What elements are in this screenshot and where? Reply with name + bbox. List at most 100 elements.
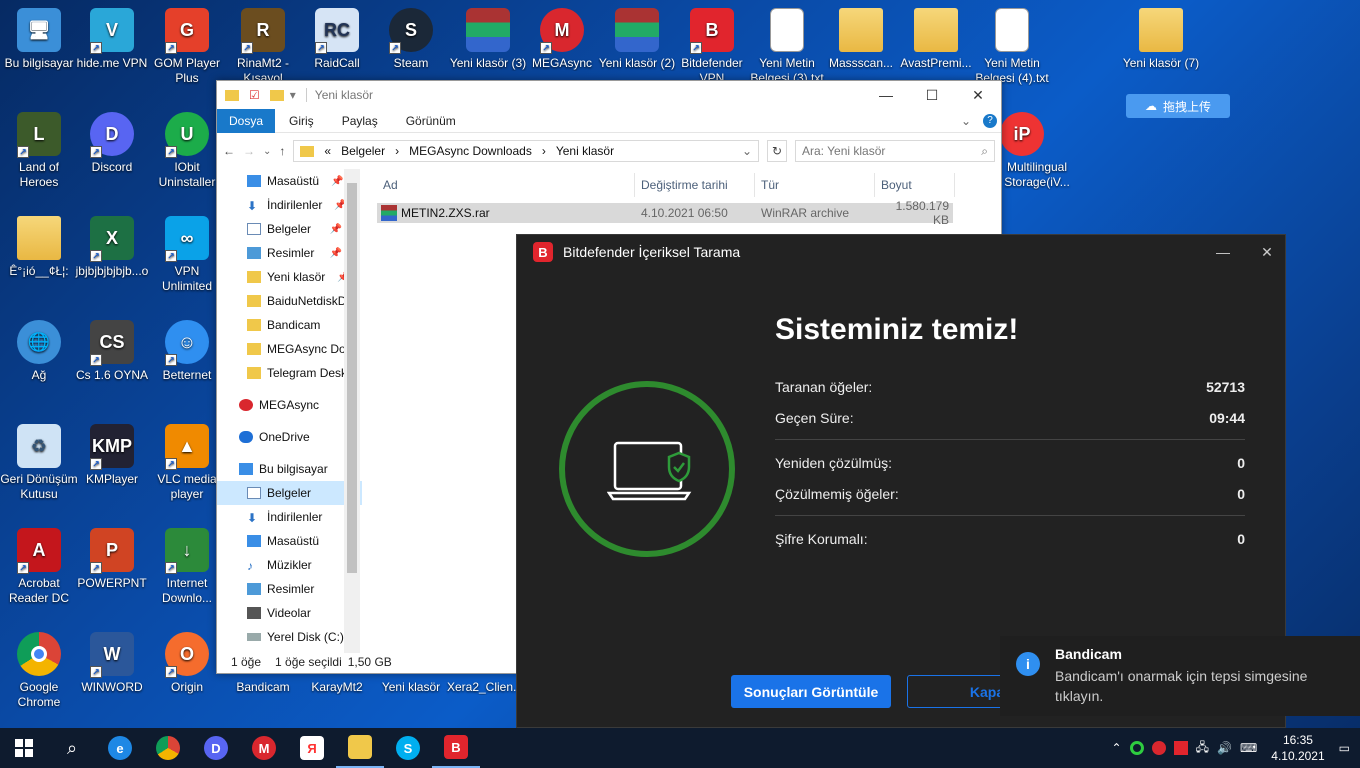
- desktop-icon-yeni-klasor-2[interactable]: Yeni klasör (2): [598, 2, 676, 71]
- desktop-icon-folder-garbled[interactable]: Ê°¡ió__¢Ł¦:: [0, 210, 78, 279]
- desktop-icon-cs16[interactable]: CS ↗ Cs 1.6 OYNA: [73, 314, 151, 383]
- language-icon[interactable]: ⌨: [1240, 741, 1257, 755]
- quick-access-properties-icon[interactable]: ☑: [249, 88, 260, 102]
- nav-scrollbar[interactable]: [344, 169, 360, 653]
- tab-home[interactable]: Giriş: [275, 109, 328, 133]
- expand-ribbon-icon[interactable]: ⌄: [961, 114, 971, 128]
- desktop-icon-text-4[interactable]: Yeni Metin Belgesi (4).txt: [973, 2, 1051, 86]
- nav-item-megasync-downloads[interactable]: MEGAsync Do: [217, 337, 362, 361]
- nav-item-pictures-pc[interactable]: Resimler: [217, 577, 362, 601]
- taskbar-discord[interactable]: D: [192, 728, 240, 768]
- desktop-icon-rinamt2[interactable]: R ↗ RinaMt2 - Kısayol: [224, 2, 302, 86]
- desktop-icon-yeni-klasor-3[interactable]: Yeni klasör (3): [449, 2, 527, 71]
- desktop-icon-acrobat[interactable]: A ↗ Acrobat Reader DC: [0, 522, 78, 606]
- desktop-icon-text-3[interactable]: Yeni Metin Belgesi (3).txt: [748, 2, 826, 86]
- desktop-icon-word[interactable]: W ↗ WINWORD: [73, 626, 151, 695]
- column-name[interactable]: Ad: [377, 173, 635, 197]
- desktop-icon-recycle-bin[interactable]: ♻ Geri Dönüşüm Kutusu: [0, 418, 78, 502]
- desktop-icon-chrome[interactable]: Google Chrome: [0, 626, 78, 710]
- file-row[interactable]: METIN2.ZXS.rar 4.10.2021 06:50 WinRAR ar…: [377, 199, 953, 227]
- desktop-icon-vlc[interactable]: ▲ ↗ VLC media player: [148, 418, 226, 502]
- taskbar-chrome[interactable]: [144, 728, 192, 768]
- desktop-icon-betternet[interactable]: ☺ ↗ Betternet: [148, 314, 226, 383]
- minimize-button[interactable]: —: [863, 87, 909, 103]
- desktop-icon-bitdefender-vpn[interactable]: B ↗ Bitdefender VPN: [673, 2, 751, 86]
- green-status-icon[interactable]: [1129, 741, 1144, 755]
- customize-toolbar-icon[interactable]: ▾: [290, 88, 296, 102]
- desktop-icon-megasync[interactable]: M ↗ MEGAsync: [523, 2, 601, 71]
- nav-item-desktop-pc[interactable]: Masaüstü: [217, 529, 362, 553]
- up-button[interactable]: ↑: [279, 144, 285, 158]
- close-button[interactable]: ✕: [1249, 244, 1285, 261]
- taskbar-skype[interactable]: S: [384, 728, 432, 768]
- column-size[interactable]: Boyut: [875, 173, 955, 197]
- nav-item-downloads[interactable]: ⬇ İndirilenler 📌: [217, 193, 362, 217]
- nav-item-bandicam[interactable]: Bandicam: [217, 313, 362, 337]
- desktop-icon-gom[interactable]: G ↗ GOM Player Plus: [148, 2, 226, 86]
- address-dropdown-icon[interactable]: ⌄: [742, 144, 752, 158]
- address-bar[interactable]: « Belgeler › MEGAsync Downloads › Yeni kla…: [293, 140, 759, 162]
- desktop-icon-steam[interactable]: S ↗ Steam: [372, 2, 450, 71]
- nav-item-baidu[interactable]: BaiduNetdiskD: [217, 289, 362, 313]
- nav-item-local-disk[interactable]: Yerel Disk (C:): [217, 625, 362, 649]
- baidu-upload-button[interactable]: ☁ 拖拽上传: [1126, 94, 1230, 118]
- breadcrumb-item[interactable]: Belgeler: [341, 144, 385, 158]
- nav-item-downloads-pc[interactable]: ⬇ İndirilenler: [217, 505, 362, 529]
- scrollbar-thumb[interactable]: [347, 183, 357, 573]
- desktop-icon-hideme[interactable]: V ↗ hide.me VPN: [73, 2, 151, 71]
- nav-item-videos[interactable]: Videolar: [217, 601, 362, 625]
- search-button[interactable]: ⌕: [48, 728, 96, 768]
- desktop-icon-avast[interactable]: AvastPremi...: [897, 2, 975, 71]
- nav-item-yeni-klasor[interactable]: Yeni klasör📌: [217, 265, 362, 289]
- nav-item-megasync[interactable]: MEGAsync: [217, 393, 362, 417]
- search-input[interactable]: Ara: Yeni klasör ⌕: [795, 140, 995, 162]
- desktop-icon-discord[interactable]: D ↗ Discord: [73, 106, 151, 175]
- taskbar-explorer[interactable]: [336, 728, 384, 768]
- desktop-icon-this-pc[interactable]: 🖥 Bu bilgisayar: [0, 2, 78, 71]
- show-hidden-icons-button[interactable]: ⌃: [1112, 741, 1122, 755]
- desktop-icon-powerpoint[interactable]: P ↗ POWERPNT: [73, 522, 151, 591]
- help-icon[interactable]: ?: [983, 113, 997, 128]
- desktop-icon-yeni-klasor-7[interactable]: Yeni klasör (7): [1122, 2, 1200, 71]
- desktop-icon-idm[interactable]: ↓ ↗ Internet Downlo...: [148, 522, 226, 606]
- back-button[interactable]: ←: [223, 144, 235, 158]
- desktop-icon-land-of-heroes[interactable]: L ↗ Land of Heroes: [0, 106, 78, 190]
- nav-item-telegram[interactable]: Telegram Desk: [217, 361, 362, 385]
- tab-share[interactable]: Paylaş: [328, 109, 392, 133]
- column-date[interactable]: Değiştirme tarihi: [635, 173, 755, 197]
- forward-button[interactable]: →: [243, 144, 255, 158]
- volume-icon[interactable]: 🔊: [1217, 741, 1232, 755]
- taskbar-bitdefender[interactable]: B: [432, 728, 480, 768]
- nav-item-pictures[interactable]: Resimler 📌: [217, 241, 362, 265]
- desktop-icon-iobit[interactable]: U ↗ IObit Uninstaller: [148, 106, 226, 190]
- breadcrumb-item[interactable]: Yeni klasör: [556, 144, 614, 158]
- desktop-icon-massscan[interactable]: Massscan...: [822, 2, 900, 71]
- desktop-icon-excel[interactable]: X ↗ jbjbjbjbjbjb...o: [73, 210, 151, 279]
- nav-item-music[interactable]: ♪ Müzikler: [217, 553, 362, 577]
- minimize-button[interactable]: —: [1207, 244, 1239, 260]
- tab-file[interactable]: Dosya: [217, 108, 276, 133]
- nav-item-this-pc[interactable]: Bu bilgisayar: [217, 457, 362, 481]
- clock[interactable]: 16:35 4.10.2021: [1271, 732, 1324, 764]
- close-button[interactable]: ✕: [955, 87, 1001, 104]
- desktop-icon-origin[interactable]: O ↗ Origin: [148, 626, 226, 695]
- nav-item-onedrive[interactable]: OneDrive: [217, 425, 362, 449]
- new-folder-icon[interactable]: [269, 89, 284, 101]
- taskbar-mega[interactable]: M: [240, 728, 288, 768]
- network-tray-icon[interactable]: 🖧: [1196, 738, 1209, 759]
- mega-tray-icon[interactable]: [1151, 741, 1166, 755]
- taskbar-edge[interactable]: e: [96, 728, 144, 768]
- desktop-icon-network[interactable]: 🌐 Ağ: [0, 314, 78, 383]
- start-button[interactable]: [0, 728, 48, 768]
- view-results-button[interactable]: Sonuçları Görüntüle: [731, 675, 891, 708]
- breadcrumb-item[interactable]: MEGAsync Downloads: [409, 144, 532, 158]
- breadcrumb-overflow[interactable]: «: [324, 144, 331, 158]
- nav-item-documents-pc[interactable]: Belgeler: [217, 481, 362, 505]
- desktop-icon-raidcall[interactable]: RC ↗ RaidCall: [298, 2, 376, 71]
- notification-center-icon[interactable]: ▭: [1339, 741, 1350, 755]
- tab-view[interactable]: Görünüm: [392, 109, 470, 133]
- recent-locations-button[interactable]: ⌄: [263, 146, 271, 157]
- maximize-button[interactable]: ☐: [909, 87, 955, 104]
- bitdefender-tray-icon[interactable]: [1173, 741, 1188, 755]
- taskbar-yandex[interactable]: Я: [288, 728, 336, 768]
